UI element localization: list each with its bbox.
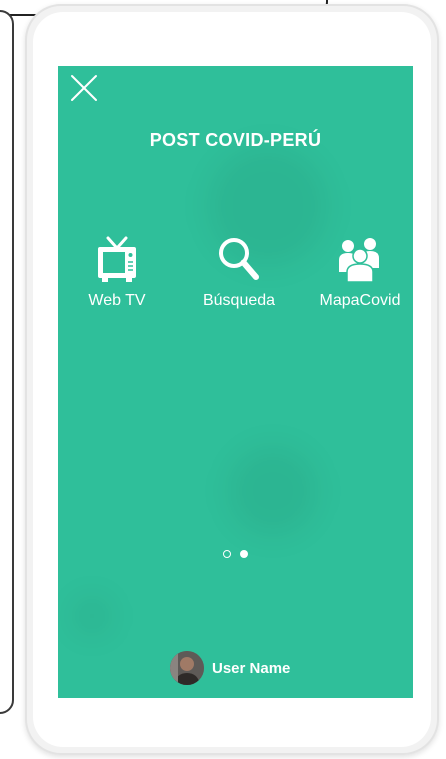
menu-item-busqueda[interactable]: Búsqueda bbox=[194, 234, 284, 310]
avatar-photo-icon bbox=[170, 651, 204, 685]
page-indicator bbox=[58, 545, 413, 563]
user-profile[interactable]: User Name bbox=[170, 651, 290, 685]
menu-item-mapacovid[interactable]: MapaCovid bbox=[315, 234, 405, 310]
menu-item-label: Búsqueda bbox=[202, 292, 276, 309]
page-dot-1[interactable] bbox=[223, 550, 232, 558]
close-button[interactable] bbox=[68, 72, 100, 104]
previous-card-edge bbox=[0, 10, 14, 714]
page-dot-2-active[interactable] bbox=[239, 550, 248, 558]
search-icon bbox=[219, 238, 259, 280]
user-name: User Name bbox=[212, 659, 291, 677]
background-blur bbox=[228, 446, 318, 536]
menu-screen: POST COVID-PERÚ Web TV Búsqueda MapaCovi… bbox=[58, 66, 413, 698]
tv-icon bbox=[98, 236, 136, 282]
page-title: POST COVID-PERÚ bbox=[149, 130, 322, 150]
background-blur bbox=[72, 596, 112, 636]
avatar bbox=[170, 651, 204, 685]
menu-item-label: MapaCovid bbox=[319, 292, 401, 309]
people-icon bbox=[339, 238, 379, 283]
menu-item-label: Web TV bbox=[88, 292, 146, 309]
menu-item-web-tv[interactable]: Web TV bbox=[72, 234, 162, 310]
close-icon bbox=[71, 75, 97, 101]
